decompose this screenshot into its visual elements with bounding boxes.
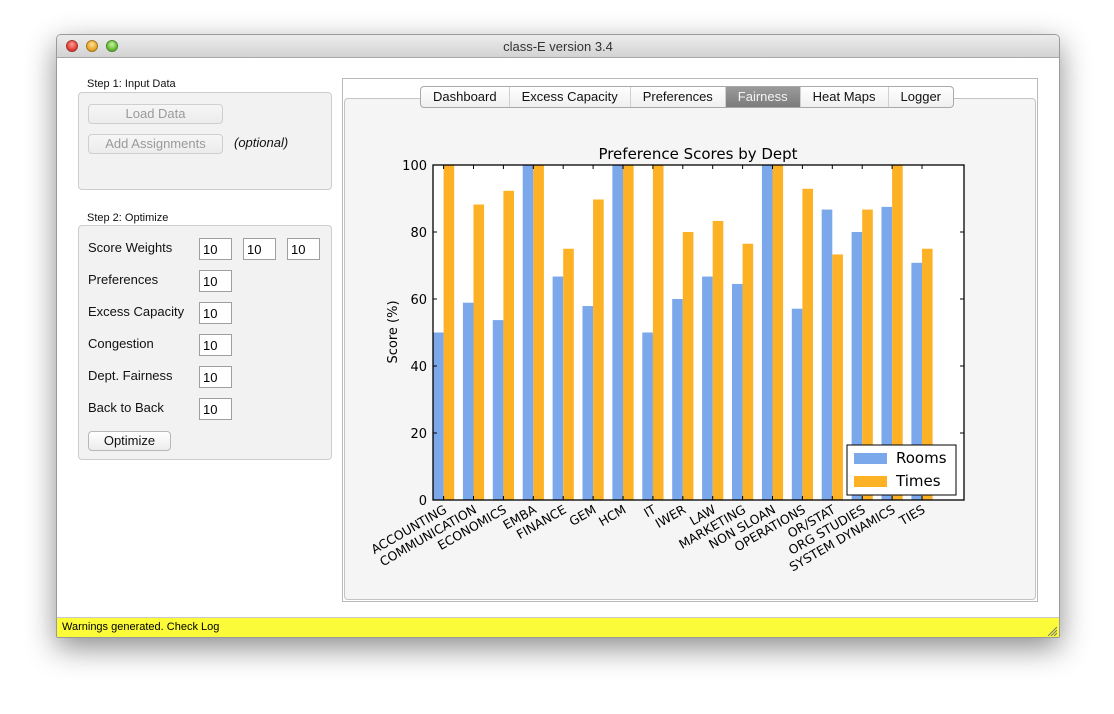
bar-times-communication	[473, 204, 485, 500]
bar-rooms-it	[642, 332, 653, 500]
y-tick-label: 60	[410, 293, 427, 308]
bar-rooms-marketing	[732, 283, 743, 500]
bar-rooms-non-sloan	[761, 165, 773, 500]
bar-rooms-iwer	[672, 299, 683, 500]
x-tick-label: HCM	[596, 502, 629, 529]
x-tick-label: TIES	[896, 502, 928, 529]
bar-times-accounting	[443, 165, 455, 500]
resize-grip-icon[interactable]	[1047, 626, 1057, 636]
y-tick-label: 80	[410, 226, 427, 241]
bar-times-emba	[533, 165, 544, 500]
bar-rooms-accounting	[433, 332, 444, 500]
bar-rooms-hcm	[612, 165, 623, 500]
bar-rooms-emba	[522, 165, 534, 500]
bar-rooms-economics	[492, 320, 504, 500]
status-message: Warnings generated. Check Log	[62, 621, 220, 633]
y-tick-label: 100	[402, 159, 427, 174]
y-axis-label: Score (%)	[386, 300, 401, 363]
y-tick-label: 40	[410, 360, 427, 375]
legend-swatch-rooms	[854, 453, 887, 464]
bar-times-marketing	[742, 243, 754, 500]
legend-label-rooms: Rooms	[896, 449, 947, 467]
bar-times-gem	[593, 199, 604, 500]
chart-title: Preference Scores by Dept	[598, 145, 797, 163]
bar-times-law	[712, 220, 724, 500]
legend-swatch-times	[854, 476, 887, 487]
preference-scores-chart: Preference Scores by Dept 020406080100 A…	[368, 145, 965, 574]
status-bar: Warnings generated. Check Log	[57, 617, 1059, 637]
bar-times-economics	[503, 190, 514, 501]
bar-times-it	[652, 165, 664, 500]
bar-times-iwer	[682, 232, 694, 500]
bar-times-or-stat	[832, 254, 843, 500]
bar-times-non-sloan	[772, 165, 784, 500]
bar-times-finance	[563, 248, 574, 500]
bar-rooms-gem	[582, 306, 594, 500]
bar-rooms-communication	[462, 302, 474, 500]
bar-rooms-or-stat	[821, 209, 833, 500]
app-window: class-E version 3.4 Step 1: Input Data L…	[56, 34, 1060, 638]
bar-rooms-finance	[552, 276, 564, 500]
legend: Rooms Times	[846, 444, 957, 496]
y-tick-label: 0	[419, 494, 427, 509]
x-tick-label: GEM	[567, 502, 599, 529]
bar-times-hcm	[623, 165, 634, 500]
bar-rooms-law	[702, 276, 713, 500]
legend-label-times: Times	[895, 472, 941, 490]
bar-rooms-operations	[791, 308, 803, 500]
y-tick-label: 20	[410, 427, 427, 442]
bar-times-operations	[802, 188, 813, 500]
x-tick-label: IWER	[653, 501, 689, 530]
